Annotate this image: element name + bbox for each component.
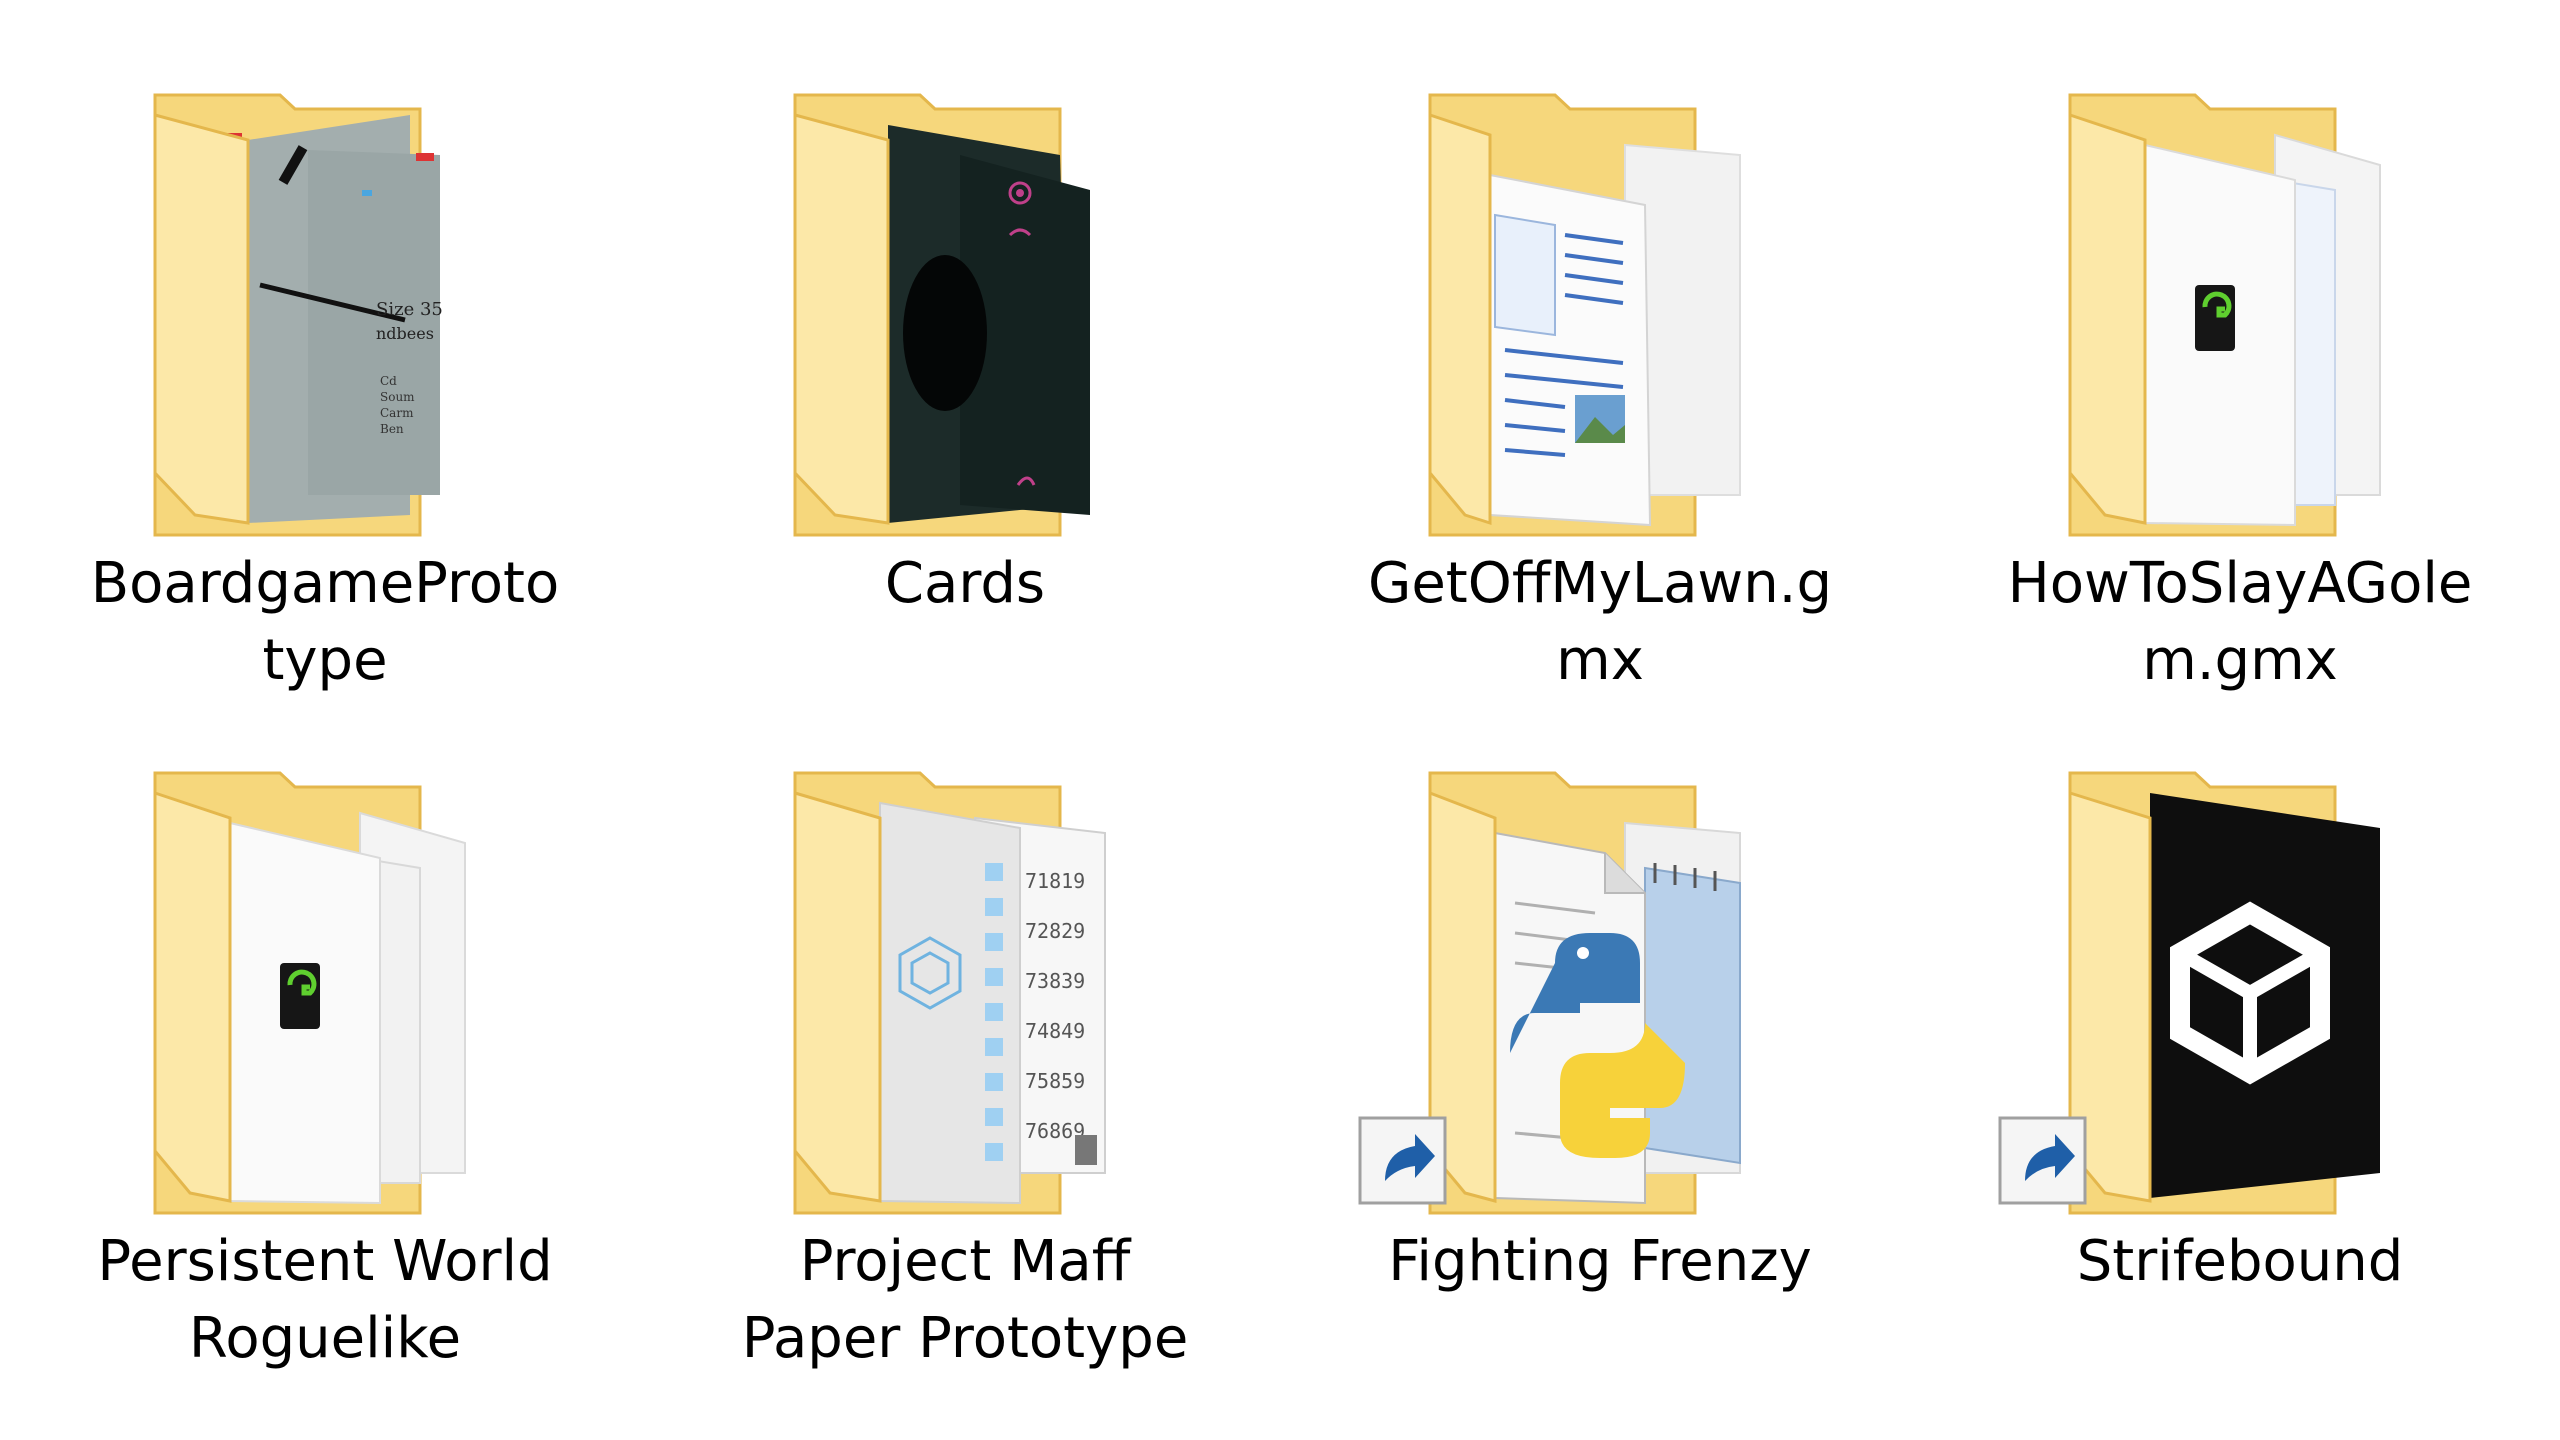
svg-text:Size 35: Size 35	[376, 299, 443, 320]
folder-item-persistentworldroguelike[interactable]: Persistent World Roguelike	[45, 771, 605, 1413]
folder-label: BoardgameProto type	[90, 551, 560, 693]
folder-label: HowToSlayAGole m.gmx	[2007, 551, 2473, 693]
svg-text:71819: 71819	[1025, 869, 1085, 893]
folder-item-projectmaffpaperprototype[interactable]: 71819 72829 73839 74849 75859 76869 Proj…	[685, 771, 1245, 1413]
folder-label: Fighting Frenzy	[1388, 1229, 1812, 1294]
file-explorer-view: Size 35 ndbees Cd Soum Carm Ben Boardgam…	[0, 0, 2560, 1440]
folder-icon	[1998, 771, 2380, 1215]
svg-text:74849: 74849	[1025, 1019, 1085, 1043]
svg-text:Soum: Soum	[380, 390, 415, 404]
folder-label: Project Maff Paper Prototype	[741, 1229, 1189, 1371]
folder-label: Strifebound	[2076, 1229, 2404, 1294]
shortcut-arrow-icon	[1358, 1116, 1447, 1205]
folder-item-strifebound[interactable]: Strifebound	[1960, 771, 2520, 1413]
svg-text:ndbees: ndbees	[376, 324, 434, 343]
folder-item-howtoslayagolem[interactable]: HowToSlayAGole m.gmx	[1960, 93, 2520, 735]
folder-item-boardgameprototype[interactable]: Size 35 ndbees Cd Soum Carm Ben Boardgam…	[45, 93, 605, 735]
folder-icon	[153, 771, 466, 1215]
folder-icon: 71819 72829 73839 74849 75859 76869	[793, 771, 1106, 1215]
folder-icon	[1428, 93, 1741, 537]
svg-text:73839: 73839	[1025, 969, 1085, 993]
folder-item-cards[interactable]: Cards	[685, 93, 1245, 735]
svg-text:Carm: Carm	[380, 406, 414, 420]
shortcut-arrow-icon	[1998, 1116, 2087, 1205]
svg-text:72829: 72829	[1025, 919, 1085, 943]
folder-label: Persistent World Roguelike	[97, 1229, 553, 1371]
folder-icon	[1358, 771, 1741, 1215]
svg-text:Ben: Ben	[380, 422, 404, 436]
svg-text:Cd: Cd	[380, 374, 397, 388]
folder-icon: Size 35 ndbees Cd Soum Carm Ben	[153, 93, 443, 537]
folder-icon	[793, 93, 1090, 537]
folder-label: Cards	[884, 551, 1046, 616]
folder-icon	[2068, 93, 2381, 537]
svg-text:75859: 75859	[1025, 1069, 1085, 1093]
folder-item-fightingfrenzy[interactable]: Fighting Frenzy	[1320, 771, 1880, 1413]
folder-item-getoffmylawn[interactable]: GetOffMyLawn.g mx	[1320, 93, 1880, 735]
folder-label: GetOffMyLawn.g mx	[1367, 551, 1833, 693]
